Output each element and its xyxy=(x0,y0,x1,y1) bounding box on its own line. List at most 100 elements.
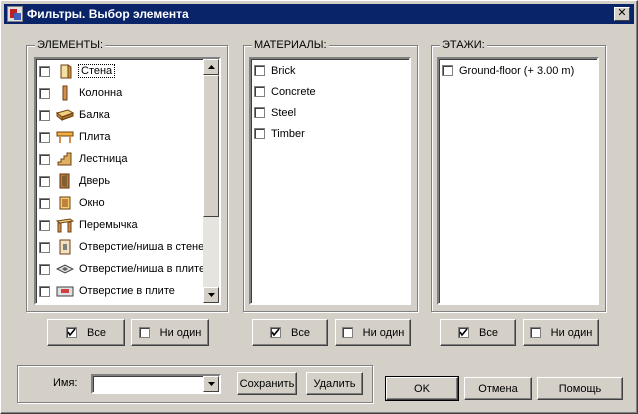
checkbox[interactable] xyxy=(254,86,265,97)
list-item[interactable]: Отверстие в плите xyxy=(36,280,219,302)
list-item[interactable]: Ground-floor (+ 3.00 m) xyxy=(439,60,597,81)
beam-icon xyxy=(56,106,74,124)
checkbox[interactable] xyxy=(254,65,265,76)
list-item[interactable]: Brick xyxy=(251,60,409,81)
checkbox[interactable] xyxy=(442,65,453,76)
help-label: Помощь xyxy=(558,382,602,395)
list-item[interactable]: Балка xyxy=(36,104,219,126)
check-icon xyxy=(271,328,280,337)
filter-dialog: Фильтры. Выбор элемента ✕ ЭЛЕМЕНТЫ: Стен… xyxy=(0,0,638,414)
checkbox xyxy=(270,327,282,338)
combo-dropdown-button[interactable] xyxy=(203,376,219,392)
checkbox[interactable] xyxy=(254,107,265,118)
list-item[interactable]: Отверстие/ниша в плите xyxy=(36,258,219,280)
checkbox[interactable] xyxy=(39,175,50,187)
app-icon xyxy=(7,6,23,22)
list-item-label: Brick xyxy=(271,64,296,77)
column-icon xyxy=(56,84,74,102)
list-item-label: Стена xyxy=(77,64,116,78)
name-combobox[interactable] xyxy=(91,374,221,394)
checkbox[interactable] xyxy=(254,128,265,139)
checkbox[interactable] xyxy=(39,241,50,253)
elements-none-button[interactable]: Ни один xyxy=(131,319,209,346)
list-item-label: Timber xyxy=(271,127,305,140)
list-item-label: Окно xyxy=(79,197,105,209)
checkbox[interactable] xyxy=(39,131,50,143)
list-item[interactable]: Дверь xyxy=(36,170,219,192)
wall-opening-icon xyxy=(56,238,74,256)
checkbox[interactable] xyxy=(39,153,50,165)
checkbox xyxy=(138,327,150,338)
materials-none-label: Ни один xyxy=(362,326,405,339)
elements-all-button[interactable]: Все xyxy=(47,319,125,346)
list-item[interactable]: Лестница xyxy=(36,148,219,170)
list-item-label: Отверстие/ниша в плите xyxy=(79,263,206,275)
materials-all-label: Все xyxy=(291,326,310,339)
title-bar[interactable]: Фильтры. Выбор элемента ✕ xyxy=(4,4,634,24)
arrow-up-icon xyxy=(207,65,215,69)
list-item[interactable]: Concrete xyxy=(251,81,409,102)
list-item[interactable]: Стена xyxy=(36,60,219,82)
checkbox[interactable] xyxy=(39,285,50,297)
checkbox[interactable] xyxy=(39,219,50,231)
ok-label: OK xyxy=(414,382,430,395)
ok-button[interactable]: OK xyxy=(386,377,458,400)
list-item-label: Дверь xyxy=(79,175,111,187)
window-title: Фильтры. Выбор элемента xyxy=(27,7,189,21)
help-button[interactable]: Помощь xyxy=(537,377,623,400)
slab-opening-icon xyxy=(56,282,74,300)
cancel-label: Отмена xyxy=(478,382,518,395)
floors-all-label: Все xyxy=(479,326,498,339)
elements-all-label: Все xyxy=(87,326,106,339)
list-item[interactable]: Перемычка xyxy=(36,214,219,236)
checkbox[interactable] xyxy=(39,65,50,77)
arrow-down-icon xyxy=(207,293,215,297)
close-button[interactable]: ✕ xyxy=(614,7,630,21)
slab-niche-icon xyxy=(56,260,74,278)
checkbox xyxy=(66,327,78,338)
list-item-label: Балка xyxy=(79,109,110,121)
floors-all-button[interactable]: Все xyxy=(440,319,516,346)
list-item[interactable]: Окно xyxy=(36,192,219,214)
checkbox[interactable] xyxy=(39,87,50,99)
materials-all-button[interactable]: Все xyxy=(252,319,328,346)
checkbox[interactable] xyxy=(39,263,50,275)
door-icon xyxy=(56,172,74,190)
checkbox xyxy=(458,327,470,338)
list-item[interactable]: Steel xyxy=(251,102,409,123)
materials-group-label: МАТЕРИАЛЫ: xyxy=(252,39,329,51)
lintel-icon xyxy=(56,216,74,234)
cancel-button[interactable]: Отмена xyxy=(464,377,532,400)
save-button[interactable]: Сохранить xyxy=(237,372,297,395)
elements-list[interactable]: Стена Колонна Балка Плита Лестница Дверь… xyxy=(34,57,221,305)
scroll-up-button[interactable] xyxy=(203,59,219,75)
list-item[interactable]: Timber xyxy=(251,123,409,144)
save-label: Сохранить xyxy=(239,377,295,390)
delete-label: Удалить xyxy=(313,377,356,390)
check-icon xyxy=(459,328,468,337)
checkbox[interactable] xyxy=(39,197,50,209)
materials-list[interactable]: Brick Concrete Steel Timber xyxy=(249,57,411,305)
delete-button[interactable]: Удалить xyxy=(306,372,363,395)
checkbox xyxy=(529,327,541,338)
scroll-thumb[interactable] xyxy=(203,75,219,217)
scroll-down-button[interactable] xyxy=(203,287,219,303)
name-label: Имя: xyxy=(53,377,78,389)
materials-none-button[interactable]: Ни один xyxy=(335,319,411,346)
elements-scrollbar[interactable] xyxy=(203,59,219,303)
floors-none-label: Ни один xyxy=(550,326,593,339)
window-icon xyxy=(56,194,74,212)
elements-none-label: Ни один xyxy=(159,326,202,339)
floors-group-label: ЭТАЖИ: xyxy=(440,39,487,51)
checkbox[interactable] xyxy=(39,109,50,121)
list-item[interactable]: Колонна xyxy=(36,82,219,104)
list-item-label: Колонна xyxy=(79,87,123,99)
list-item-label: Лестница xyxy=(79,153,128,165)
list-item[interactable]: Плита xyxy=(36,126,219,148)
floors-list[interactable]: Ground-floor (+ 3.00 m) xyxy=(437,57,599,305)
list-item[interactable]: Отверстие/ниша в стене xyxy=(36,236,219,258)
floors-none-button[interactable]: Ни один xyxy=(523,319,599,346)
list-item-label: Перемычка xyxy=(79,219,138,231)
chevron-down-icon xyxy=(207,382,215,386)
list-item-label: Concrete xyxy=(271,85,316,98)
